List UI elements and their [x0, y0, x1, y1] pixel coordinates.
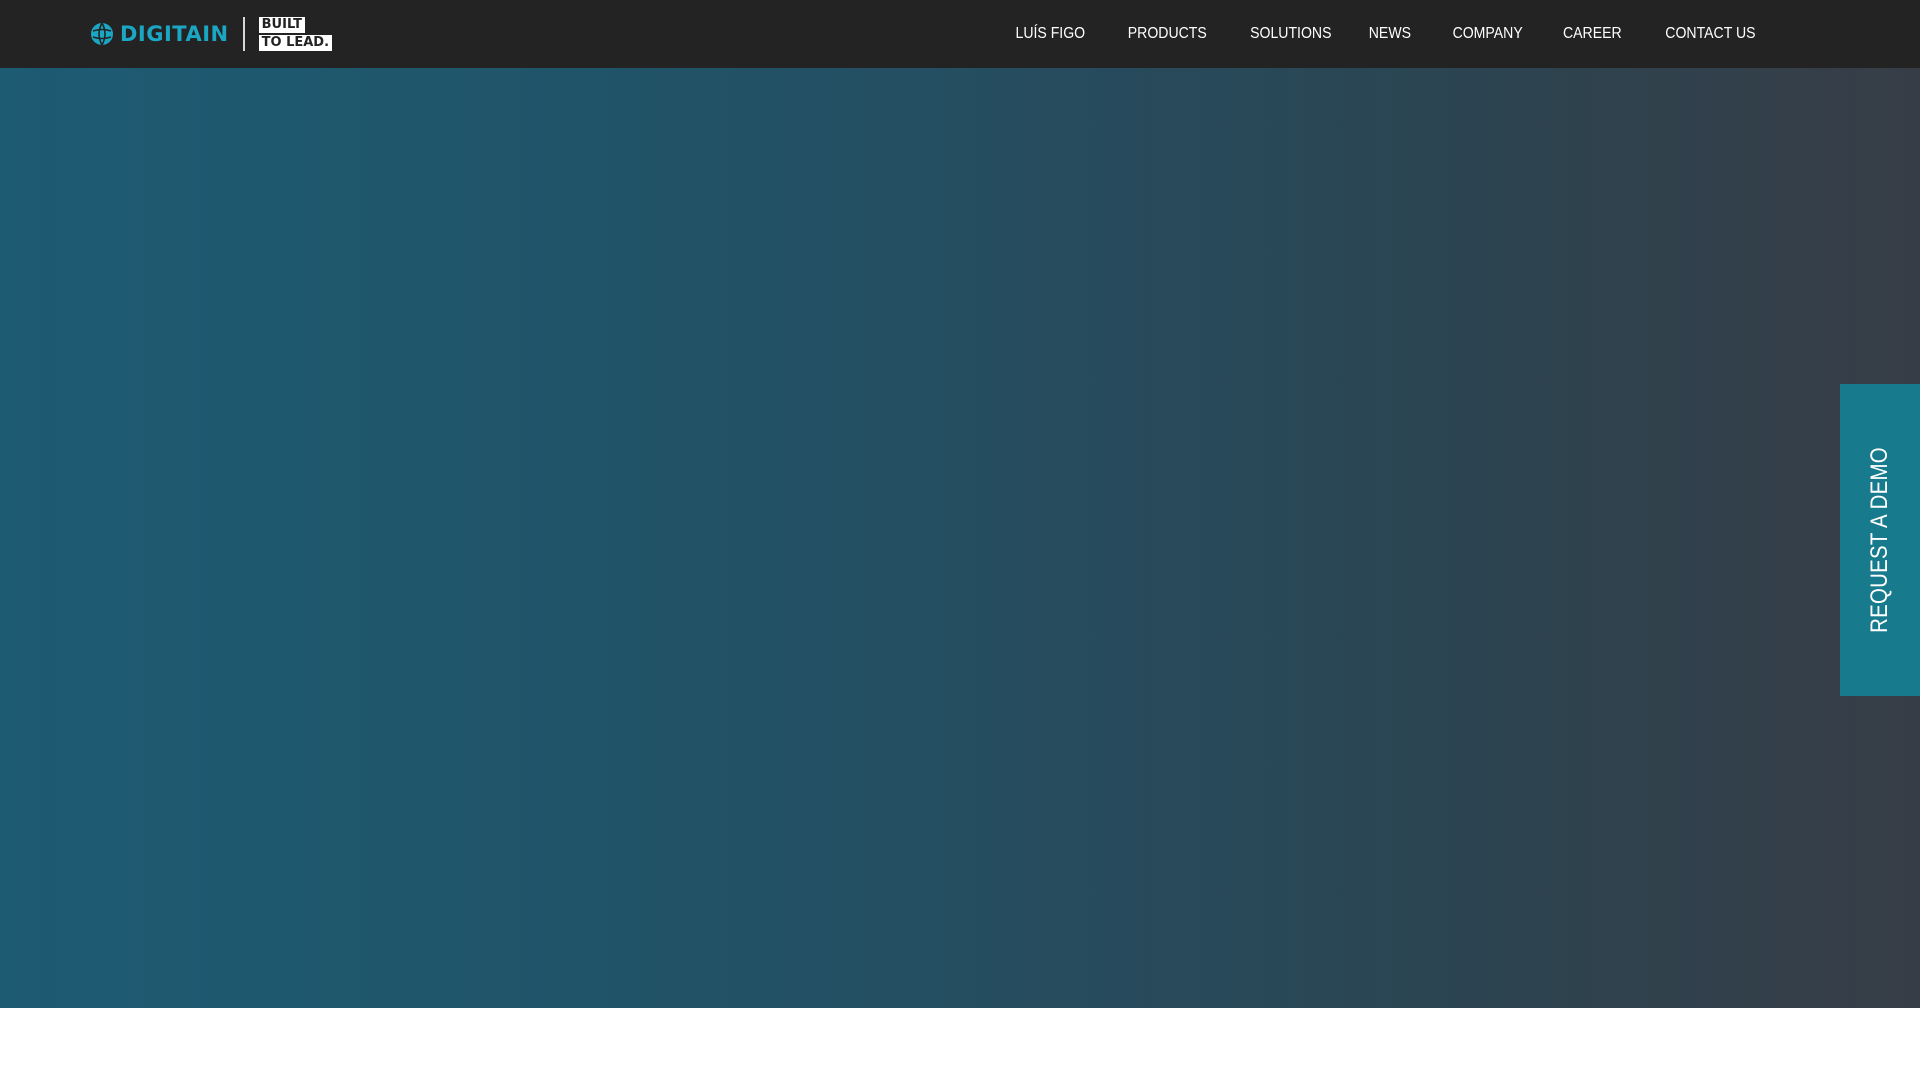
nav-item-news[interactable]: NEWS: [1369, 25, 1411, 43]
main-nav: LUÍS FIGO PRODUCTS SOLUTIONS NEWS COMPAN…: [974, 0, 1756, 68]
nav-item-company[interactable]: COMPANY: [1453, 25, 1523, 43]
logo-tagline: BUILT TO LEAD.: [258, 17, 333, 51]
globe-icon: [91, 22, 113, 46]
nav-item-products[interactable]: PRODUCTS: [1128, 25, 1207, 43]
logo-wordmark: DIGITAIN: [120, 22, 229, 46]
nav-item-career[interactable]: CAREER: [1563, 25, 1622, 43]
nav-item-contact-us[interactable]: CONTACT US: [1666, 25, 1756, 43]
content-area: [0, 1008, 1920, 1080]
tagline-line-2: TO LEAD.: [258, 35, 333, 51]
tagline-line-1: BUILT: [258, 17, 305, 33]
logo-divider: [242, 17, 245, 51]
site-logo[interactable]: DIGITAIN BUILT TO LEAD.: [90, 14, 333, 54]
top-navigation-bar: DIGITAIN BUILT TO LEAD. LUÍS FIGO PRODUC…: [0, 0, 1920, 68]
request-demo-button[interactable]: REQUEST A DEMO: [1840, 384, 1920, 696]
nav-item-luis-figo[interactable]: LUÍS FIGO: [1015, 25, 1085, 43]
hero-section: [0, 68, 1920, 1050]
request-demo-label: REQUEST A DEMO: [1866, 447, 1894, 633]
nav-item-solutions[interactable]: SOLUTIONS: [1250, 25, 1331, 43]
